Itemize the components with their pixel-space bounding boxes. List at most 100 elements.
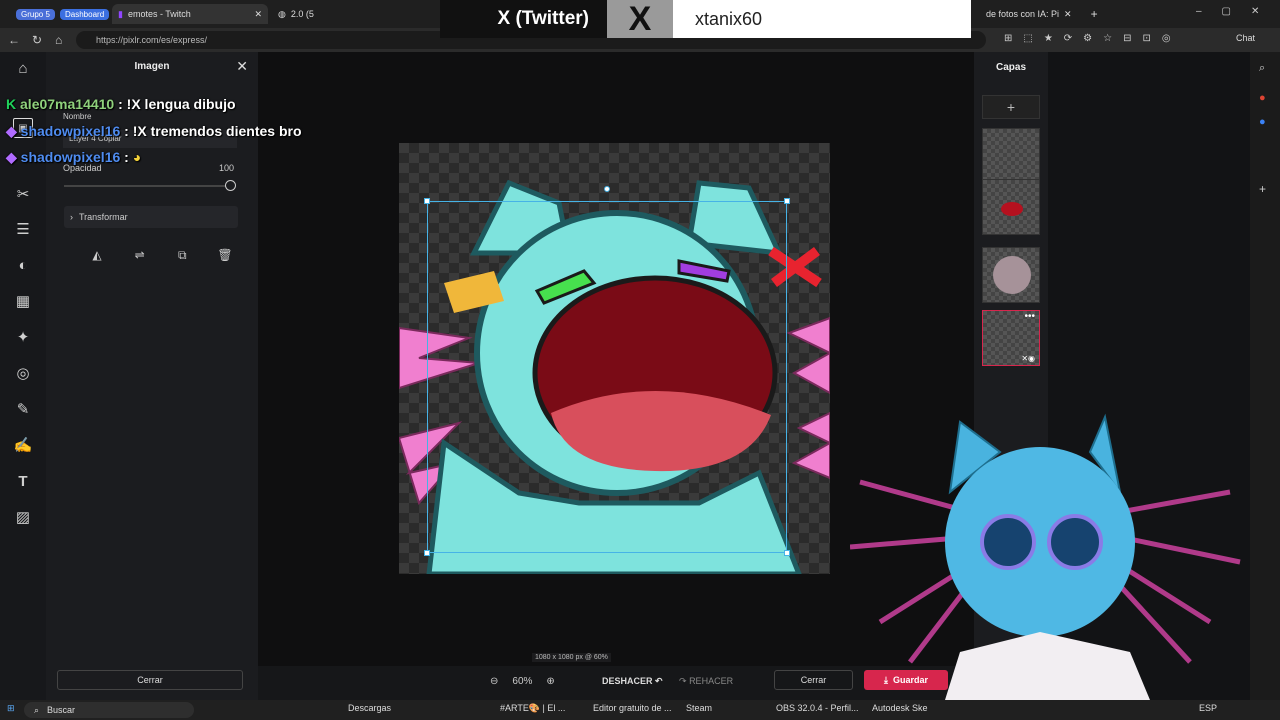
opacity-slider-knob[interactable] <box>225 180 236 191</box>
app-label: Autodesk Ske <box>872 703 928 713</box>
windows-taskbar: ⊞ ⌕ Buscar Descargas #ARTE🎨 | El ... Edi… <box>0 700 1280 720</box>
chat-username: shadowpixel16 <box>20 123 121 139</box>
redo-button[interactable]: ↷ REHACER <box>679 676 733 687</box>
taskbar-app-pixlr[interactable]: Editor gratuito de ... <box>593 703 672 713</box>
app-label: Descargas <box>348 703 392 713</box>
chat-text: : !X tremendos dientes bro <box>124 123 302 139</box>
tab-title: de fotos con IA: Pi <box>986 9 1060 19</box>
add-layer-button[interactable]: + <box>982 95 1040 119</box>
close-tab-icon[interactable]: ✕ <box>1064 9 1072 20</box>
resize-handle[interactable] <box>784 550 790 556</box>
brush-icon[interactable]: ✍ <box>13 436 33 456</box>
draw-icon[interactable]: ✎ <box>13 400 33 420</box>
chat-message: K ale07ma14410 : !X lengua dibujo <box>6 96 236 112</box>
avatar-head <box>945 447 1135 637</box>
taskbar-search[interactable]: ⌕ Buscar <box>24 702 194 718</box>
opacity-slider-track[interactable] <box>64 185 230 187</box>
add-icon[interactable]: + <box>1259 182 1266 196</box>
resize-handle[interactable] <box>784 198 790 204</box>
copilot-chat-button[interactable]: Chat <box>1236 33 1255 43</box>
selection-box[interactable] <box>424 186 790 556</box>
taskbar-app-autodesk[interactable]: Autodesk Ske <box>872 703 928 713</box>
toolbar-extension-icons[interactable]: ⊞⬚★⟳⚙☆⊟⊡◎ <box>1004 33 1182 44</box>
tab-other[interactable]: ◍ 2.0 (5 <box>272 4 320 24</box>
back-icon[interactable]: ← <box>8 33 20 47</box>
tab-group-dashboard[interactable]: Dashboard <box>54 4 115 24</box>
taskbar-app-obs[interactable]: OBS 32.0.4 - Perfil... <box>776 703 859 713</box>
zoom-level[interactable]: 60% <box>512 676 532 687</box>
rotate-handle[interactable] <box>604 186 610 192</box>
transform-section[interactable]: › Transformar <box>64 206 238 228</box>
layer-thumbnail-head[interactable] <box>982 247 1040 303</box>
taskbar-app-steam[interactable]: Steam <box>686 703 712 713</box>
effect-icon[interactable]: ▦ <box>13 292 33 312</box>
right-gill-lower <box>791 411 830 480</box>
delete-icon[interactable]: 🗑 <box>214 244 236 266</box>
home-icon[interactable]: ⌂ <box>13 59 33 79</box>
chat-badge-icon: K <box>6 96 17 112</box>
layer-thumbnail-selected[interactable]: ••• ✕◉ <box>982 310 1040 366</box>
twitch-icon: ▮ <box>118 8 123 19</box>
layers-title: Capas <box>995 62 1026 73</box>
app-label: OBS 32.0.4 - Perfil... <box>776 703 859 713</box>
chat-label: Chat <box>1236 33 1256 43</box>
layer-thumbnail-eyes[interactable] <box>982 128 1040 184</box>
sidebar-app-icon[interactable]: ● <box>1259 116 1266 128</box>
pattern-icon[interactable]: ▨ <box>13 508 33 528</box>
reload-icon[interactable]: ↻ <box>32 33 42 47</box>
new-tab-icon[interactable]: + <box>1091 7 1098 21</box>
tab-title: 2.0 (5 <box>290 9 314 19</box>
window-controls[interactable]: –▢✕ <box>1196 6 1279 17</box>
panel-close-button[interactable]: Cerrar <box>57 670 243 690</box>
zoom-controls: ⊖ 60% ⊕ <box>490 676 555 687</box>
canvas-size-status: 1080 x 1080 px @ 60% <box>532 653 611 662</box>
sidebar-app-icon[interactable]: ● <box>1259 92 1266 104</box>
cutout-icon[interactable]: ✂ <box>13 185 33 205</box>
zoom-in-icon[interactable]: ⊕ <box>546 676 554 687</box>
layer-actions: ◭ ⇌ ⧉ 🗑 <box>86 244 236 266</box>
home-icon[interactable]: ⌂ <box>55 33 62 47</box>
search-label: Buscar <box>47 705 76 715</box>
close-icon[interactable]: ✕ <box>236 58 248 75</box>
tab-pixlr[interactable]: de fotos con IA: Pi ✕ + <box>980 4 1104 24</box>
close-tab-icon[interactable]: ✕ <box>254 9 262 20</box>
resize-handle[interactable] <box>424 550 430 556</box>
zoom-out-icon[interactable]: ⊖ <box>490 676 498 687</box>
avatar-right-lens <box>1047 514 1103 570</box>
windows-start-icon[interactable]: ⊞ <box>7 703 15 714</box>
flip-vertical-icon[interactable]: ⇌ <box>129 244 151 266</box>
mouth-thumb <box>1001 202 1023 216</box>
more-options-icon[interactable]: ••• <box>1024 311 1035 322</box>
retouch-icon[interactable]: ✦ <box>13 328 33 348</box>
redo-icon: ↷ <box>679 676 687 686</box>
close-label: Cerrar <box>800 675 827 685</box>
undo-icon: ↶ <box>655 676 663 686</box>
undo-button[interactable]: DESHACER ↶ <box>602 676 663 687</box>
duplicate-icon[interactable]: ⧉ <box>171 244 193 266</box>
search-icon[interactable]: ⌕ <box>1259 62 1265 75</box>
adjust-icon[interactable]: ☰ <box>13 220 33 240</box>
liquify-icon[interactable]: ◎ <box>13 364 33 384</box>
tab-group-label: Dashboard <box>60 8 110 20</box>
right-gill <box>786 316 830 395</box>
tab-twitch[interactable]: ▮ emotes - Twitch ✕ <box>112 4 268 24</box>
redo-label: REHACER <box>689 676 734 686</box>
flip-horizontal-icon[interactable]: ◭ <box>86 244 108 266</box>
close-button[interactable]: Cerrar <box>774 670 853 690</box>
text-icon[interactable]: T <box>13 472 33 492</box>
filter-icon[interactable]: ◐ <box>13 256 33 276</box>
chat-text: : <box>124 149 129 165</box>
lang-label: ESP <box>1199 703 1218 713</box>
language-indicator[interactable]: ESP <box>1199 703 1217 713</box>
panel-title: Imagen <box>134 61 170 72</box>
layer-thumbnail-mouth[interactable] <box>982 179 1040 235</box>
avatar-hoodie <box>945 632 1150 700</box>
avatar-left-lens <box>980 514 1036 570</box>
resize-handle[interactable] <box>424 198 430 204</box>
edge-sidebar: ⌕ ● ● + <box>1250 52 1280 700</box>
taskbar-app-descargas[interactable]: Descargas <box>348 703 391 713</box>
app-label: #ARTE🎨 | El ... <box>500 703 566 713</box>
transform-label: Transformar <box>79 212 128 222</box>
taskbar-app-discord[interactable]: #ARTE🎨 | El ... <box>500 703 565 714</box>
chevron-right-icon: › <box>70 212 73 222</box>
